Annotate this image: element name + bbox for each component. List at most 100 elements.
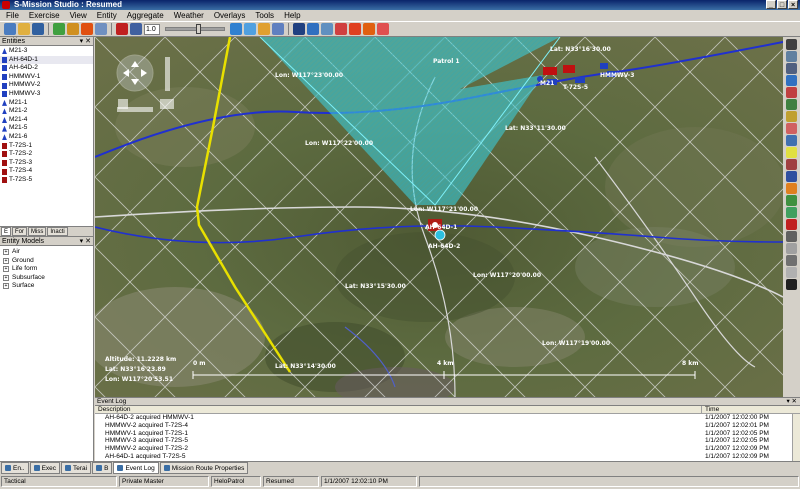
close-icon[interactable]: ▾ ✕	[786, 398, 797, 406]
plane-icon[interactable]	[786, 267, 797, 278]
scatter-icon[interactable]	[377, 23, 389, 35]
play-icon[interactable]	[53, 23, 65, 35]
sun-icon[interactable]	[786, 111, 797, 122]
event-log-row[interactable]: HMMWV-2 acquired T-72S-4 1/1/2007 12:02:0…	[95, 422, 800, 430]
event-log-row[interactable]: HMMWV-3 acquired T-72S-5 1/1/2007 12:02:0…	[95, 437, 800, 445]
tab-entities[interactable]: E	[1, 227, 12, 236]
zoom-slider-thumb[interactable]	[196, 24, 201, 34]
model-tree-item[interactable]: + Surface	[0, 282, 93, 291]
entity-list-item[interactable]: HMMWV-1	[0, 73, 93, 82]
zoom-slider[interactable]	[165, 24, 225, 34]
entity-list-item[interactable]: T-72S-2	[0, 150, 93, 159]
arrows-icon[interactable]	[786, 207, 797, 218]
event-log-row[interactable]: HMMWV-2 acquired T-72S-2 1/1/2007 12:02:0…	[95, 445, 800, 453]
maximize-button[interactable]: □	[777, 0, 787, 9]
menu-exercise[interactable]: Exercise	[29, 10, 60, 21]
terrain-icon[interactable]	[786, 99, 797, 110]
record-icon[interactable]	[116, 23, 128, 35]
step-icon[interactable]	[95, 23, 107, 35]
tab-b[interactable]: B	[92, 462, 113, 474]
entity-list-item[interactable]: T-72S-1	[0, 142, 93, 151]
ah-64d-2-marker[interactable]	[434, 229, 446, 241]
pan-control[interactable]	[116, 54, 154, 92]
globe-icon[interactable]	[786, 75, 797, 86]
flag-icon[interactable]	[786, 159, 797, 170]
tab-inactive[interactable]: Inacti	[47, 227, 68, 236]
tab-entities-bottom[interactable]: En..	[1, 462, 29, 474]
link-icon[interactable]	[786, 231, 797, 242]
layers-icon[interactable]	[786, 51, 797, 62]
pan-icon[interactable]	[307, 23, 319, 35]
circle-target-icon[interactable]	[363, 23, 375, 35]
close-icon[interactable]: ▾ ✕	[80, 37, 91, 46]
expand-icon[interactable]: +	[3, 274, 9, 281]
entity-list-item[interactable]: M21-6	[0, 133, 93, 142]
tree-icon[interactable]	[786, 195, 797, 206]
menu-entity[interactable]: Entity	[97, 10, 117, 21]
stop-icon[interactable]	[81, 23, 93, 35]
close-button[interactable]: ×	[788, 0, 798, 9]
entity-list-item[interactable]: M21-5	[0, 124, 93, 133]
map-canvas[interactable]: Lat: N33°16'30.00 Lon: W117°23'00.00 Pat…	[95, 37, 783, 397]
menu-tools[interactable]: Tools	[255, 10, 274, 21]
globe-icon[interactable]	[230, 23, 242, 35]
entity-list-item[interactable]: T-72S-4	[0, 167, 93, 176]
tab-exercise[interactable]: Exec	[29, 462, 61, 474]
event-log-scrollbar[interactable]	[792, 414, 800, 462]
entity-list-item[interactable]: M21-4	[0, 116, 93, 125]
fire-icon[interactable]	[786, 183, 797, 194]
compass-icon[interactable]	[786, 39, 797, 50]
expand-icon[interactable]: +	[3, 257, 9, 264]
event-log-row[interactable]: HMMWV-1 acquired T-72S-1 1/1/2007 12:02:0…	[95, 430, 800, 438]
layers-icon[interactable]	[244, 23, 256, 35]
tab-forces[interactable]: For	[12, 227, 28, 236]
route-icon[interactable]	[335, 23, 347, 35]
light-icon[interactable]	[786, 147, 797, 158]
tab-terrain[interactable]: Terai	[61, 462, 92, 474]
minimize-button[interactable]: _	[766, 0, 776, 9]
open-icon[interactable]	[18, 23, 30, 35]
entity-list-item[interactable]: AH-64D-1	[0, 55, 93, 65]
tab-mission-route-properties[interactable]: Mission Route Properties	[159, 462, 249, 474]
event-log-row[interactable]: AH-64D-2 acquired HMMWV-1 1/1/2007 12:02:…	[95, 414, 800, 422]
tank-icon[interactable]	[786, 171, 797, 182]
menu-file[interactable]: File	[6, 10, 19, 21]
expand-icon[interactable]: +	[3, 249, 9, 256]
tab-missions[interactable]: Miss	[28, 227, 47, 236]
grid-icon[interactable]	[130, 23, 142, 35]
save-icon[interactable]	[32, 23, 44, 35]
zoom-field[interactable]: 1.0	[144, 23, 160, 35]
menu-weather[interactable]: Weather	[174, 10, 204, 21]
entity-list-item[interactable]: T-72S-5	[0, 176, 93, 185]
model-tree-item[interactable]: + Subsurface	[0, 274, 93, 283]
model-tree-item[interactable]: + Life form	[0, 265, 93, 274]
entity-list-item[interactable]: M21-2	[0, 107, 93, 116]
camera-icon[interactable]	[786, 279, 797, 290]
pencil-icon[interactable]	[786, 123, 797, 134]
pause-icon[interactable]	[67, 23, 79, 35]
tab-event-log[interactable]: Event Log	[113, 462, 159, 474]
model-tree-item[interactable]: + Ground	[0, 257, 93, 266]
expand-icon[interactable]: +	[3, 283, 9, 290]
event-log-row[interactable]: AH-64D-1 acquired T-72S-5 1/1/2007 12:02:…	[95, 453, 800, 461]
menu-aggregate[interactable]: Aggregate	[127, 10, 164, 21]
target-icon[interactable]	[349, 23, 361, 35]
model-tree-item[interactable]: + Air	[0, 248, 93, 257]
chain-icon[interactable]	[786, 243, 797, 254]
entity-list-item[interactable]: T-72S-3	[0, 159, 93, 168]
entity-list-item[interactable]: AH-64D-2	[0, 64, 93, 73]
column-header-description[interactable]: Description	[95, 406, 702, 413]
expand-icon[interactable]: +	[3, 266, 9, 273]
menu-overlays[interactable]: Overlays	[214, 10, 246, 21]
terrain-icon[interactable]	[258, 23, 270, 35]
grid-icon[interactable]	[786, 63, 797, 74]
entity-list-item[interactable]: M21-1	[0, 99, 93, 108]
people-icon[interactable]	[272, 23, 284, 35]
entity-list-item[interactable]: HMMWV-3	[0, 90, 93, 99]
entity-list-item[interactable]: HMMWV-2	[0, 81, 93, 90]
map-view[interactable]: Lat: N33°16'30.00 Lon: W117°23'00.00 Pat…	[95, 37, 783, 397]
marker-icon[interactable]	[786, 87, 797, 98]
menu-view[interactable]: View	[70, 10, 87, 21]
zoom-icon[interactable]	[321, 23, 333, 35]
column-header-time[interactable]: Time	[702, 406, 719, 413]
